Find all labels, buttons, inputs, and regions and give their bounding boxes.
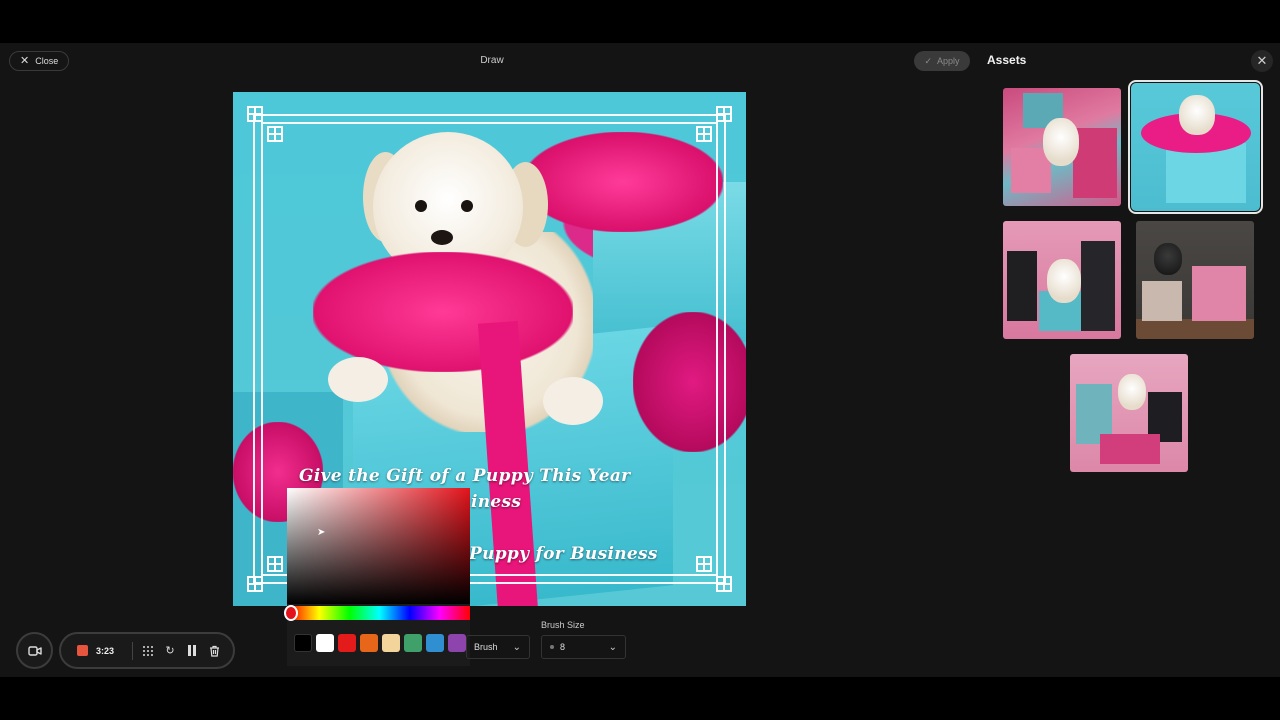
- frame-corner-ornament: [696, 556, 712, 572]
- gift-box: [1081, 241, 1115, 331]
- apply-button[interactable]: ✓ Apply: [914, 51, 970, 71]
- assets-title: Assets: [987, 53, 1027, 67]
- brush-type-select[interactable]: Brush ⌄: [466, 635, 530, 659]
- frame-corner-ornament: [716, 106, 732, 122]
- asset-thumbnail-4[interactable]: [1136, 221, 1254, 339]
- gift-box: [1073, 128, 1117, 198]
- gift-box: [1100, 434, 1160, 464]
- color-swatch-blue[interactable]: [426, 634, 444, 652]
- puppy: [1047, 259, 1081, 303]
- camera-toggle-button[interactable]: [16, 632, 53, 669]
- pause-icon[interactable]: [185, 644, 199, 658]
- saturation-value-area[interactable]: [287, 488, 470, 604]
- puppy: [1179, 95, 1215, 135]
- recording-timer: 3:23: [96, 645, 115, 656]
- color-swatch-red[interactable]: [338, 634, 356, 652]
- canvas-text-line3: Puppy for Business: [469, 544, 658, 564]
- gift-box: [1142, 281, 1182, 321]
- puppy: [1043, 118, 1079, 166]
- gift-box: [1007, 251, 1037, 321]
- video-camera-icon: [27, 645, 42, 656]
- color-swatch-white[interactable]: [316, 634, 334, 652]
- color-picker-popover: ➤: [284, 488, 470, 666]
- chevron-down-icon: ⌄: [608, 641, 617, 653]
- asset-thumbnail-3[interactable]: [1003, 221, 1121, 339]
- puppy: [1118, 374, 1146, 410]
- frame-corner-ornament: [267, 126, 283, 142]
- brush-size-value: 8: [560, 642, 566, 652]
- close-assets-button[interactable]: ✕: [1251, 50, 1273, 72]
- puppy: [1154, 243, 1182, 275]
- close-button[interactable]: ✕ Close: [9, 51, 70, 71]
- hue-slider[interactable]: [289, 606, 470, 620]
- close-button-label: Close: [35, 56, 59, 66]
- restart-icon[interactable]: ↻: [163, 644, 177, 658]
- brush-size-dot-icon: [550, 645, 554, 649]
- brush-type-value: Brush: [474, 642, 498, 652]
- hue-slider-handle[interactable]: [284, 605, 298, 621]
- mouse-cursor-icon: ➤: [317, 527, 326, 538]
- grid-dots-icon[interactable]: [141, 644, 155, 658]
- trash-icon[interactable]: [207, 644, 221, 658]
- close-icon: ✕: [1256, 53, 1268, 68]
- chevron-down-icon: ⌄: [512, 641, 521, 653]
- table: [1136, 319, 1254, 339]
- color-swatch-purple[interactable]: [448, 634, 466, 652]
- asset-thumbnail-5[interactable]: [1070, 354, 1188, 472]
- toolbar-divider: [132, 641, 133, 660]
- color-swatch-cream[interactable]: [382, 634, 400, 652]
- brush-size-label: Brush Size: [541, 620, 585, 630]
- canvas-headline-text: Give the Gift of a Puppy This Year: [299, 466, 631, 486]
- frame-corner-ornament: [247, 106, 263, 122]
- recording-toolbar: 3:23 ↻: [59, 632, 235, 669]
- color-swatches: [294, 634, 466, 652]
- brush-size-select[interactable]: 8 ⌄: [541, 635, 626, 659]
- close-icon: ✕: [20, 54, 30, 67]
- editor-title: Draw: [480, 55, 504, 66]
- color-swatch-black[interactable]: [294, 634, 312, 652]
- stop-recording-button[interactable]: [77, 645, 88, 656]
- frame-corner-ornament: [247, 576, 263, 592]
- color-swatch-orange[interactable]: [360, 634, 378, 652]
- canvas-text-line2: iness: [471, 492, 522, 512]
- frame-corner-ornament: [696, 126, 712, 142]
- frame-corner-ornament: [267, 556, 283, 572]
- checkmark-icon: ✓: [924, 55, 933, 66]
- apply-button-label: Apply: [937, 56, 960, 66]
- gift-box: [1192, 266, 1246, 321]
- app-root: ✕ Close Draw ✓ Apply Give the Gift of a …: [0, 0, 1280, 720]
- asset-thumbnail-2[interactable]: [1128, 80, 1263, 214]
- asset-thumbnail-1[interactable]: [1003, 88, 1121, 206]
- color-swatch-green[interactable]: [404, 634, 422, 652]
- frame-corner-ornament: [716, 576, 732, 592]
